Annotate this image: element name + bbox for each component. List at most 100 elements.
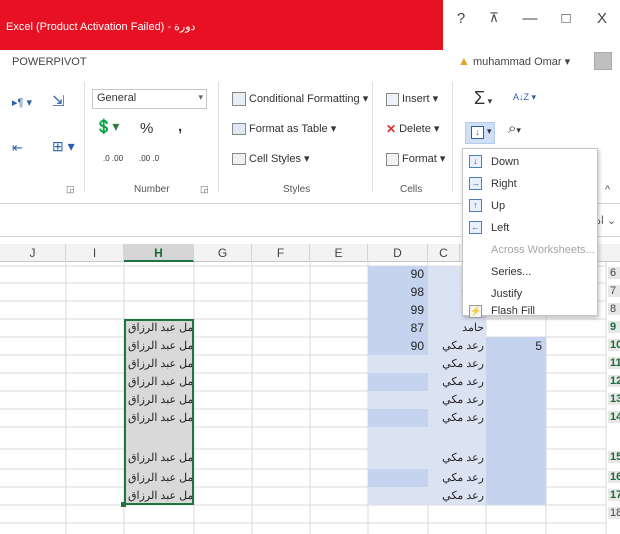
cell-c9[interactable]: حامد <box>430 321 484 334</box>
menu-item-fill-up[interactable]: ↑ Up <box>463 195 597 217</box>
cell-c11[interactable]: رعد مكي <box>430 357 484 370</box>
fill-down-icon: ↓ <box>469 155 482 168</box>
accounting-format-icon[interactable]: 💲▾ <box>95 118 119 135</box>
row-header-17[interactable]: 17 <box>608 489 620 501</box>
cell-h14[interactable]: أمل عبد الرزاق <box>128 411 192 424</box>
column-header-g[interactable]: G <box>194 244 252 262</box>
column-header-j[interactable]: J <box>0 244 66 262</box>
cell-c13[interactable]: رعد مكي <box>430 393 484 406</box>
cell-h10[interactable]: أمل عبد الرزاق <box>128 339 192 352</box>
column-header-e[interactable]: E <box>310 244 368 262</box>
row-header-18[interactable]: 18 <box>608 507 620 519</box>
comma-style-button[interactable]: , <box>178 118 182 135</box>
row-header-15[interactable]: 15 <box>608 451 620 463</box>
menu-item-flash-fill[interactable]: ⚡ Flash Fill <box>463 305 597 318</box>
collapse-ribbon-icon[interactable]: ^ <box>605 184 610 196</box>
conditional-formatting-icon <box>232 92 246 107</box>
row-header-13[interactable]: 13 <box>608 393 620 405</box>
cell-b10[interactable]: 5 <box>486 339 542 353</box>
insert-button[interactable]: Insert ▾ <box>386 92 438 106</box>
number-format-select[interactable]: General ▾ <box>92 89 207 109</box>
sort-filter-button[interactable]: A↓Z ▾ <box>513 92 536 103</box>
warning-icon: ▲ <box>458 54 470 68</box>
close-button[interactable]: X <box>592 10 612 27</box>
menu-item-justify[interactable]: Justify <box>463 283 597 305</box>
cell-c10[interactable]: رعد مكي <box>430 339 484 352</box>
column-header-c[interactable]: C <box>428 244 460 262</box>
menu-item-label: Down <box>491 156 520 168</box>
cell-h15[interactable]: أمل عبد الرزاق <box>128 451 192 464</box>
menu-item-across-worksheets[interactable]: Across Worksheets... <box>463 239 597 261</box>
paragraph-direction-icon[interactable]: ▸¶ ▾ <box>12 96 32 109</box>
group-divider <box>218 82 219 192</box>
format-as-table-label: Format as Table <box>249 123 328 135</box>
row-header-12[interactable]: 12 <box>608 375 620 387</box>
fill-right-icon: → <box>469 177 482 190</box>
format-as-table-button[interactable]: Format as Table ▾ <box>232 122 336 136</box>
format-button[interactable]: Format ▾ <box>386 152 445 166</box>
group-label-cells: Cells <box>400 184 423 195</box>
fill-button[interactable]: ↓ ▾ <box>465 122 495 144</box>
maximize-button[interactable]: □ <box>556 10 576 27</box>
avatar[interactable] <box>594 52 612 70</box>
wrap-text-icon[interactable]: ⇲ <box>52 92 65 110</box>
cell-c15[interactable]: رعد مكي <box>430 451 484 464</box>
dialog-launcher-icon[interactable]: ◲ <box>200 184 209 195</box>
cell-c12[interactable]: رعد مكي <box>430 375 484 388</box>
column-header-d[interactable]: D <box>368 244 428 262</box>
cell-styles-button[interactable]: Cell Styles ▾ <box>232 152 310 166</box>
menu-item-fill-left[interactable]: ← Left <box>463 217 597 239</box>
cell-c16[interactable]: رعد مكي <box>430 471 484 484</box>
cell-h12[interactable]: أمل عبد الرزاق <box>128 375 192 388</box>
column-header-f[interactable]: F <box>252 244 310 262</box>
merge-center-icon[interactable]: ⊞ ▾ <box>52 138 75 155</box>
column-header-i[interactable]: I <box>66 244 124 262</box>
cell-h11[interactable]: أمل عبد الرزاق <box>128 357 192 370</box>
indent-icon[interactable]: ⇤ <box>12 140 23 156</box>
cell-d8[interactable]: 99 <box>368 303 424 317</box>
decrease-decimal-button[interactable]: .00 .0 <box>139 154 159 163</box>
conditional-formatting-button[interactable]: Conditional Formatting ▾ <box>232 92 368 107</box>
cell-d6[interactable]: 90 <box>368 267 424 281</box>
menu-item-label: Left <box>491 222 510 234</box>
row-header-7[interactable]: 7 <box>608 285 620 297</box>
cell-styles-label: Cell Styles <box>249 153 301 165</box>
user-account[interactable]: ▲ muhammad Omar ▾ <box>458 54 570 68</box>
row-header-9[interactable]: 9 <box>608 321 620 333</box>
range-highlight-d14 <box>368 409 428 427</box>
row-header-16[interactable]: 16 <box>608 471 620 483</box>
increase-decimal-button[interactable]: .0 .00 <box>103 154 123 163</box>
tab-powerpivot[interactable]: POWERPIVOT <box>12 56 87 68</box>
chevron-down-icon: ▾ <box>487 126 492 136</box>
menu-item-series[interactable]: Series... <box>463 261 597 283</box>
percent-style-button[interactable]: % <box>140 120 153 137</box>
cell-d7[interactable]: 98 <box>368 285 424 299</box>
delete-button[interactable]: ✕ Delete ▾ <box>386 122 439 136</box>
menu-item-fill-right[interactable]: → Right <box>463 173 597 195</box>
menu-item-fill-down[interactable]: ↓ Down <box>463 151 597 173</box>
row-header-6[interactable]: 6 <box>608 267 620 279</box>
flash-fill-icon: ⚡ <box>469 305 482 318</box>
cell-h17[interactable]: أمل عبد الرزاق <box>128 489 192 502</box>
column-header-h[interactable]: H <box>124 244 194 262</box>
row-header-14[interactable]: 14 <box>608 411 620 423</box>
row-header-10[interactable]: 10 <box>608 339 620 351</box>
help-button[interactable]: ? <box>451 10 471 27</box>
find-select-button[interactable]: ⌕▾ <box>508 120 521 137</box>
fill-handle[interactable] <box>121 502 126 507</box>
cell-c17[interactable]: رعد مكي <box>430 489 484 502</box>
row-header-11[interactable]: 11 <box>608 357 620 369</box>
autosum-button[interactable]: Σ ▾ <box>474 88 492 109</box>
format-label: Format <box>402 153 437 165</box>
ribbon-display-button[interactable]: ⊼ <box>484 10 504 26</box>
cell-h16[interactable]: أمل عبد الرزاق <box>128 471 192 484</box>
dialog-launcher-icon[interactable]: ◲ <box>66 184 75 195</box>
row-header-8[interactable]: 8 <box>608 303 620 315</box>
formula-bar-expand[interactable]: اد ⌄ <box>596 214 616 227</box>
cell-h9[interactable]: أمل عبد الرزاق <box>128 321 192 334</box>
cell-d9[interactable]: 87 <box>368 321 424 335</box>
minimize-button[interactable]: — <box>520 10 540 27</box>
cell-c14[interactable]: رعد مكي <box>430 411 484 424</box>
cell-d10[interactable]: 90 <box>368 339 424 353</box>
cell-h13[interactable]: أمل عبد الرزاق <box>128 393 192 406</box>
